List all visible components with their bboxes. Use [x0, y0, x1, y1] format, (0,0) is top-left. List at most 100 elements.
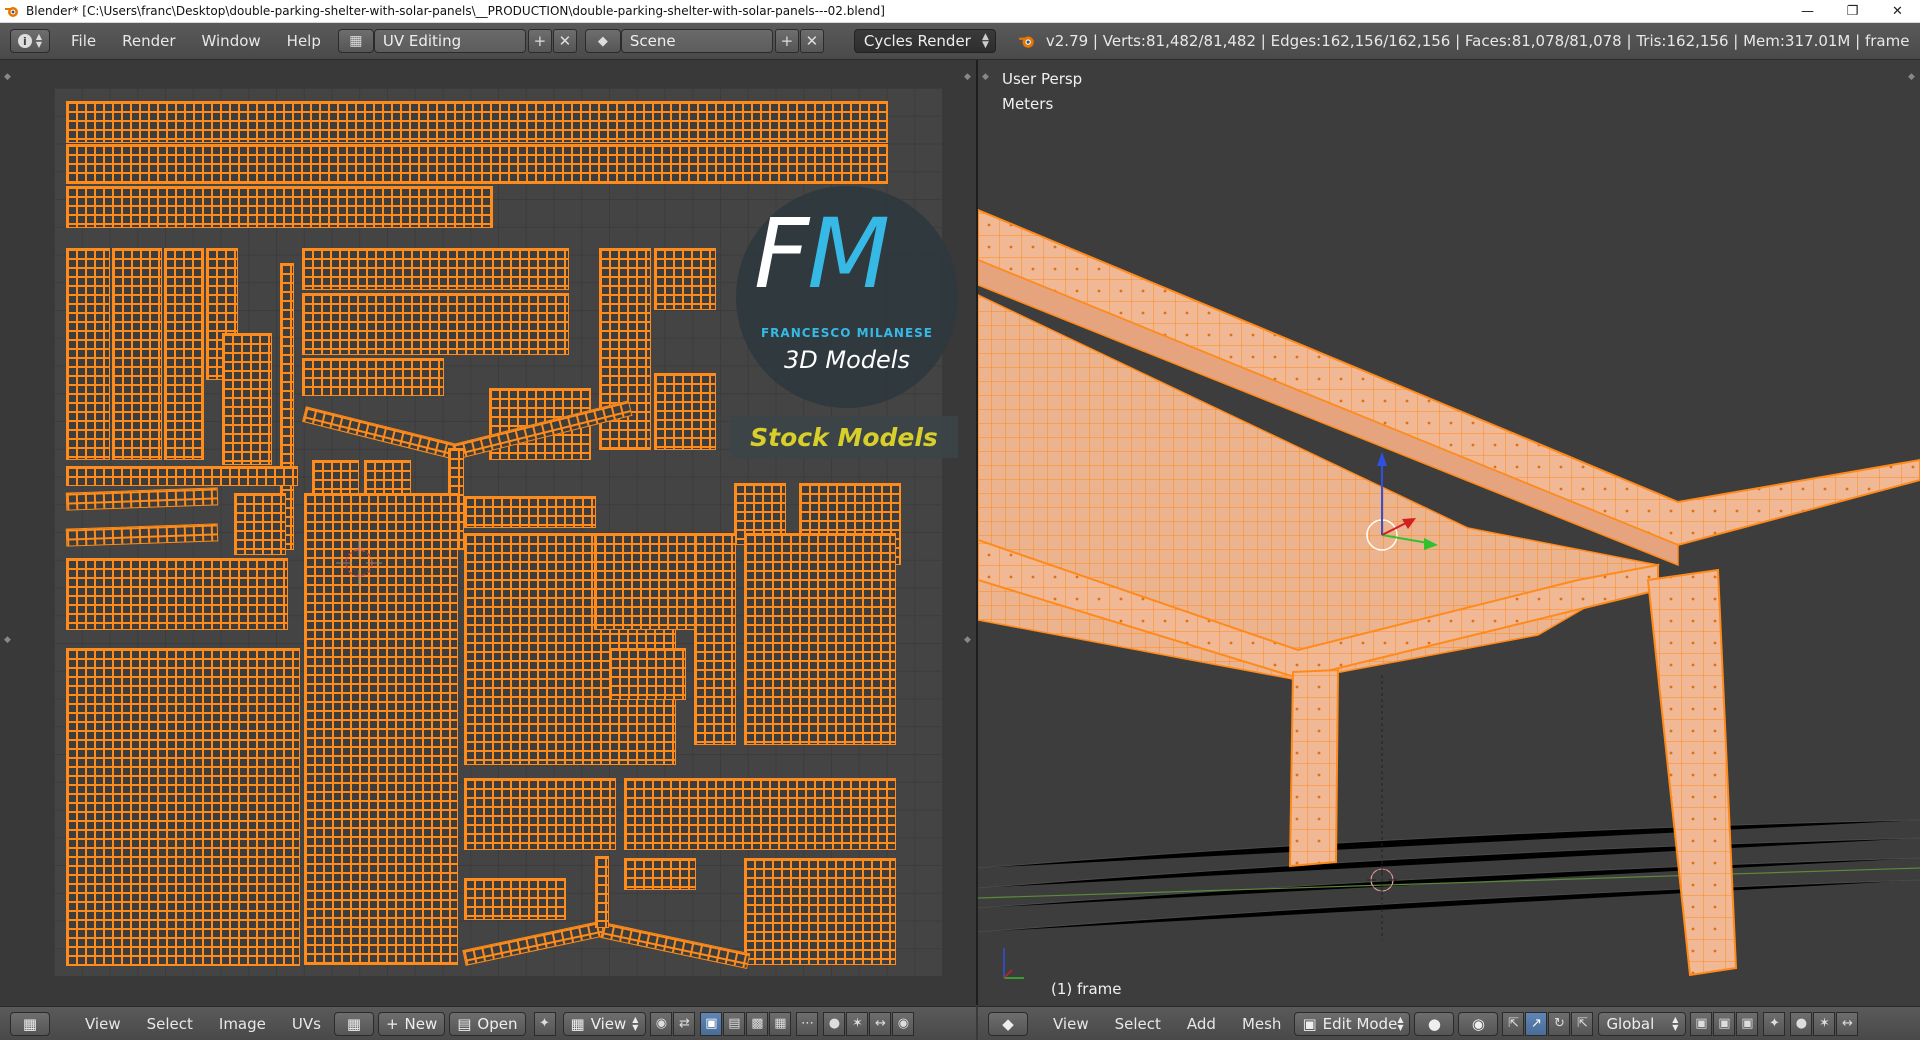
area-split-arrow-icon[interactable]: ◆	[4, 635, 12, 645]
manipulator-toggle-icon[interactable]: ⇱	[1502, 1011, 1525, 1036]
uv-island[interactable]	[302, 248, 569, 290]
uv-menu-view[interactable]: View	[72, 1015, 134, 1033]
uv-island[interactable]	[654, 248, 716, 310]
uv-island[interactable]	[234, 493, 286, 555]
viewport-shading-dropdown[interactable]: ●	[1414, 1011, 1455, 1036]
overlay-icon[interactable]: ◉	[892, 1011, 915, 1036]
snap-icon[interactable]: ✶	[846, 1011, 869, 1036]
area-split-arrow-icon[interactable]: ◆	[4, 72, 12, 82]
new-image-button[interactable]: + New	[377, 1011, 446, 1036]
sync-selection-icon[interactable]: ⇄	[673, 1011, 696, 1036]
mode-view-dropdown[interactable]: ▦ View ▲ ▼	[562, 1011, 647, 1036]
uv-menu-select[interactable]: Select	[134, 1015, 206, 1033]
uv-island[interactable]	[66, 558, 288, 630]
uv-island[interactable]	[65, 487, 219, 511]
rotate-manipulator-icon[interactable]: ↻	[1548, 1011, 1571, 1036]
open-image-button[interactable]: ▤ Open	[449, 1011, 526, 1036]
layer-2-icon[interactable]: ▣	[1713, 1011, 1736, 1036]
uv-island[interactable]	[302, 406, 464, 461]
uv-island[interactable]	[624, 858, 696, 890]
interaction-mode-dropdown[interactable]: ▣ Edit Mode ▲ ▼	[1294, 1011, 1411, 1036]
uv-island[interactable]	[744, 858, 896, 965]
render-engine-dropdown[interactable]: Cycles Render ▲ ▼	[853, 29, 996, 53]
layer-1-icon[interactable]: ▣	[1690, 1011, 1713, 1036]
uv-island[interactable]	[112, 248, 162, 460]
uv-island[interactable]	[464, 878, 566, 920]
image-browse-button[interactable]: ▦	[333, 1011, 374, 1036]
uv-2d-cursor-icon[interactable]	[334, 538, 384, 588]
add-screen-button[interactable]: +	[527, 29, 552, 53]
delete-scene-button[interactable]: ✕	[799, 29, 824, 53]
vp-menu-mesh[interactable]: Mesh	[1229, 1015, 1295, 1033]
uv-island[interactable]	[594, 533, 696, 630]
uv-island[interactable]	[164, 248, 204, 460]
uv-menu-uvs[interactable]: UVs	[279, 1015, 334, 1033]
proportional-edit-icon[interactable]: ●	[823, 1011, 846, 1036]
scene-field[interactable]: Scene	[620, 29, 773, 53]
island-select-icon[interactable]: ▦	[769, 1011, 792, 1036]
uv-island[interactable]	[744, 533, 896, 745]
edge-select-icon[interactable]: ▤	[723, 1011, 746, 1036]
transform-orientation-dropdown[interactable]: Global ▲ ▼	[1598, 1011, 1687, 1036]
menu-window[interactable]: Window	[189, 32, 274, 50]
proportional-edit-icon[interactable]: ●	[1790, 1011, 1813, 1036]
uv-island[interactable]	[66, 466, 298, 486]
screen-layout-browse-button[interactable]: ▦	[337, 29, 374, 53]
close-icon[interactable]: ✕	[1875, 0, 1920, 22]
viewport-scene[interactable]	[978, 60, 1920, 1005]
vertex-select-icon[interactable]: ▣	[700, 1011, 723, 1036]
uv-island[interactable]	[66, 248, 110, 460]
face-select-icon[interactable]: ▩	[746, 1011, 769, 1036]
vp-menu-select[interactable]: Select	[1102, 1015, 1174, 1033]
uv-island[interactable]	[66, 144, 888, 184]
delete-screen-button[interactable]: ✕	[552, 29, 577, 53]
restore-icon[interactable]: ❐	[1830, 0, 1875, 22]
uv-island[interactable]	[694, 533, 736, 745]
uv-island[interactable]	[609, 648, 686, 700]
snap-target-icon[interactable]: ↔	[869, 1011, 892, 1036]
add-scene-button[interactable]: +	[774, 29, 799, 53]
sticky-selection-icon[interactable]: ⋯	[796, 1011, 819, 1036]
pivot-point-dropdown[interactable]: ◉	[1458, 1011, 1499, 1036]
uv-menu-image[interactable]: Image	[206, 1015, 279, 1033]
uv-island[interactable]	[464, 496, 596, 528]
uv-island[interactable]	[66, 648, 300, 966]
menu-help[interactable]: Help	[274, 32, 334, 50]
pin-icon[interactable]: ✦	[533, 1011, 556, 1036]
pivot-icon[interactable]: ◉	[650, 1011, 673, 1036]
scene-browse-button[interactable]: ◆	[584, 29, 621, 53]
uv-island[interactable]	[600, 922, 751, 970]
3d-viewport[interactable]: ◆ ◆ User Persp Meters (1) frame	[978, 60, 1920, 1005]
pillar-left-mesh[interactable]	[1288, 668, 1340, 868]
uv-island[interactable]	[654, 373, 716, 450]
uv-island[interactable]	[302, 293, 569, 355]
editor-type-button[interactable]: ◆	[988, 1011, 1028, 1036]
occlude-geometry-icon[interactable]: ✦	[1763, 1011, 1786, 1036]
translate-manipulator-icon[interactable]: ↗	[1525, 1011, 1548, 1036]
uv-island[interactable]	[222, 333, 272, 465]
screen-layout-field[interactable]: UV Editing	[373, 29, 526, 53]
snap-icon[interactable]: ✶	[1813, 1011, 1836, 1036]
area-split-arrow-icon[interactable]: ◆	[964, 635, 972, 645]
scale-manipulator-icon[interactable]: ⇱	[1571, 1011, 1594, 1036]
menu-render[interactable]: Render	[109, 32, 188, 50]
vp-menu-view[interactable]: View	[1040, 1015, 1102, 1033]
uv-island[interactable]	[66, 101, 888, 143]
uv-island[interactable]	[66, 186, 493, 228]
uv-island[interactable]	[65, 523, 219, 547]
editor-type-button[interactable]: ▦	[10, 1011, 50, 1036]
layer-3-icon[interactable]: ▣	[1736, 1011, 1759, 1036]
uv-island[interactable]	[464, 778, 616, 850]
uv-island[interactable]	[302, 358, 444, 396]
uv-image-editor[interactable]: ◆ ◆ ◆ ◆ FM FRANCESCO MILANESE 3D Models …	[0, 60, 978, 1005]
uv-island[interactable]	[624, 778, 896, 850]
snap-target-icon[interactable]: ↔	[1836, 1011, 1859, 1036]
uv-island[interactable]	[595, 856, 609, 928]
pillar-right-mesh[interactable]	[1646, 568, 1738, 977]
menu-file[interactable]: File	[58, 32, 109, 50]
area-split-arrow-icon[interactable]: ◆	[964, 72, 972, 82]
editor-type-info-button[interactable]: i ▲ ▼	[10, 29, 50, 53]
minimize-icon[interactable]: —	[1785, 0, 1830, 22]
uv-island[interactable]	[462, 920, 605, 966]
vp-menu-add[interactable]: Add	[1174, 1015, 1229, 1033]
